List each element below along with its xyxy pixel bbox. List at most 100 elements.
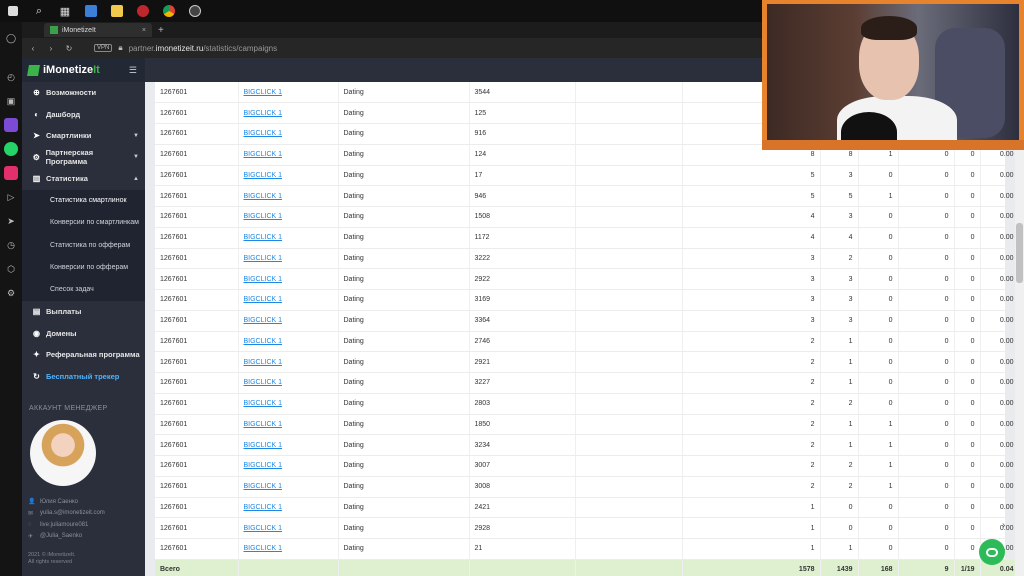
submenu-item[interactable]: Конверсии по офферам <box>22 256 145 278</box>
table-cell: 1267601 <box>155 434 239 456</box>
app-icon[interactable] <box>78 0 104 22</box>
campaign-link[interactable]: BIGCLICK 1 <box>244 545 283 552</box>
lock-icon[interactable]: 🔒︎ <box>118 43 122 53</box>
table-cell: BIGCLICK 1 <box>238 517 339 539</box>
scroll-right-icon[interactable]: › <box>1002 520 1005 531</box>
campaign-link[interactable]: BIGCLICK 1 <box>244 234 283 241</box>
sidebar-item-b0[interactable]: ▤ Выплаты <box>22 301 145 323</box>
campaign-link[interactable]: BIGCLICK 1 <box>244 110 283 117</box>
sidebar-item-a4[interactable]: ▥ Статистика ▲ <box>22 168 145 190</box>
brand-name[interactable]: iMonetizeIt <box>43 64 100 76</box>
vpn-badge[interactable]: VPN <box>94 44 113 52</box>
contact-text[interactable]: @Julia_Saenko <box>40 533 82 539</box>
sidebar-item-a1[interactable]: ◐ Дашборд <box>22 104 145 126</box>
table-cell: 0 <box>858 517 899 539</box>
campaign-link[interactable]: BIGCLICK 1 <box>244 338 283 345</box>
table-cell: 5 <box>820 185 859 207</box>
back-icon[interactable]: ‹ <box>26 44 40 53</box>
menu-toggle-icon[interactable]: ☰ <box>129 65 137 76</box>
instagram-icon[interactable] <box>4 166 18 180</box>
reload-icon[interactable]: ↻ <box>62 44 76 53</box>
table-row: 1267601BIGCLICK 1Dating2928100000.000.00… <box>155 517 1024 539</box>
opera-icon[interactable] <box>130 0 156 22</box>
forward-icon[interactable]: › <box>44 44 58 53</box>
campaign-link[interactable]: BIGCLICK 1 <box>244 462 283 469</box>
brand-bar: iMonetizeIt ☰ <box>22 58 145 82</box>
table-cell: 0 <box>954 538 981 560</box>
table-cell: 0 <box>898 310 955 332</box>
campaign-link[interactable]: BIGCLICK 1 <box>244 193 283 200</box>
table-cell: 1508 <box>469 206 576 228</box>
campaign-link[interactable]: BIGCLICK 1 <box>244 317 283 324</box>
speed-dial-icon[interactable]: ◴ <box>4 70 18 84</box>
table-cell: 3169 <box>469 289 576 311</box>
campaign-link[interactable]: BIGCLICK 1 <box>244 276 283 283</box>
campaign-link[interactable]: BIGCLICK 1 <box>244 379 283 386</box>
new-tab-button[interactable]: + <box>158 25 164 36</box>
table-cell: 1 <box>820 538 859 560</box>
history-icon[interactable]: ◷ <box>4 238 18 252</box>
table-cell: 1578 <box>682 559 821 576</box>
table-cell: Dating <box>338 434 470 456</box>
url-field[interactable]: partner.imonetizeit.ru/statistics/campai… <box>129 44 278 53</box>
table-cell <box>575 559 683 576</box>
task-view-icon[interactable]: ▦ <box>52 0 78 22</box>
campaign-link[interactable]: BIGCLICK 1 <box>244 525 283 532</box>
whatsapp-icon[interactable] <box>4 142 18 156</box>
table-cell <box>575 227 683 249</box>
send-icon[interactable]: ➤ <box>4 214 18 228</box>
campaign-link[interactable]: BIGCLICK 1 <box>244 255 283 262</box>
sidebar-item-icon: ⊕ <box>33 88 40 98</box>
submenu-item[interactable]: Конверсии по смартлинкам <box>22 212 145 234</box>
player-icon[interactable]: ▷ <box>4 190 18 204</box>
settings-icon[interactable]: ⚙ <box>4 286 18 300</box>
messenger-icon[interactable] <box>4 118 18 132</box>
bag-icon[interactable]: ▣ <box>4 94 18 108</box>
campaign-link[interactable]: BIGCLICK 1 <box>244 89 283 96</box>
chrome-icon[interactable] <box>156 0 182 22</box>
table-cell: 1267601 <box>155 165 239 187</box>
campaign-link[interactable]: BIGCLICK 1 <box>244 400 283 407</box>
table-cell: 0 <box>898 331 955 353</box>
sidebar-item-b2[interactable]: ✦ Реферальная программа <box>22 344 145 366</box>
campaign-link[interactable]: BIGCLICK 1 <box>244 130 283 137</box>
contact-text[interactable]: live:juliamoure081 <box>40 522 88 528</box>
scrollbar-thumb[interactable] <box>1016 223 1023 283</box>
windows-start-icon[interactable] <box>0 0 26 22</box>
sidebar-item-b3[interactable]: ↻ Бесплатный трекер <box>22 365 145 387</box>
table-row: 1267601BIGCLICK 1Dating2922330000.000.00… <box>155 268 1024 290</box>
table-cell: BIGCLICK 1 <box>238 248 339 270</box>
browser-tab[interactable]: iMonetizeIt × <box>44 23 152 37</box>
support-chat-button[interactable] <box>979 539 1005 565</box>
campaign-link[interactable]: BIGCLICK 1 <box>244 442 283 449</box>
obs-icon[interactable] <box>182 0 208 22</box>
sidebar-item-a3[interactable]: ⚙ Партнерская Программа ▼ <box>22 147 145 169</box>
contact-text[interactable]: yulia.s@imonetizeit.com <box>40 510 105 516</box>
table-cell: 0 <box>954 227 981 249</box>
table-cell: BIGCLICK 1 <box>238 165 339 187</box>
submenu-item[interactable]: Статистика по офферам <box>22 234 145 256</box>
url-path: /statistics/campaigns <box>203 43 278 53</box>
table-row: 1267601BIGCLICK 1Dating2746210000.000.00… <box>155 331 1024 353</box>
submenu-item[interactable]: Статистика смартлинок <box>22 190 145 212</box>
sidebar-item-b1[interactable]: ◉ Домены <box>22 322 145 344</box>
campaign-link[interactable]: BIGCLICK 1 <box>244 483 283 490</box>
submenu-item[interactable]: Спесок задач <box>22 279 145 301</box>
table-cell: Dating <box>338 351 470 373</box>
table-cell: 0 <box>898 351 955 373</box>
campaign-link[interactable]: BIGCLICK 1 <box>244 421 283 428</box>
campaign-link[interactable]: BIGCLICK 1 <box>244 151 283 158</box>
file-explorer-icon[interactable] <box>104 0 130 22</box>
campaign-link[interactable]: BIGCLICK 1 <box>244 359 283 366</box>
campaign-link[interactable]: BIGCLICK 1 <box>244 213 283 220</box>
campaign-link[interactable]: BIGCLICK 1 <box>244 172 283 179</box>
opera-logo-icon[interactable]: ◯ <box>4 31 18 45</box>
campaign-link[interactable]: BIGCLICK 1 <box>244 296 283 303</box>
close-tab-icon[interactable]: × <box>142 27 146 34</box>
sidebar-item-a0[interactable]: ⊕ Возможности <box>22 82 145 104</box>
table-cell: 1267601 <box>155 123 239 145</box>
campaign-link[interactable]: BIGCLICK 1 <box>244 504 283 511</box>
sidebar-item-a2[interactable]: ➤ Смартлинки ▼ <box>22 125 145 147</box>
search-icon[interactable]: ⌕ <box>26 0 52 22</box>
cube-icon[interactable]: ⬡ <box>4 262 18 276</box>
